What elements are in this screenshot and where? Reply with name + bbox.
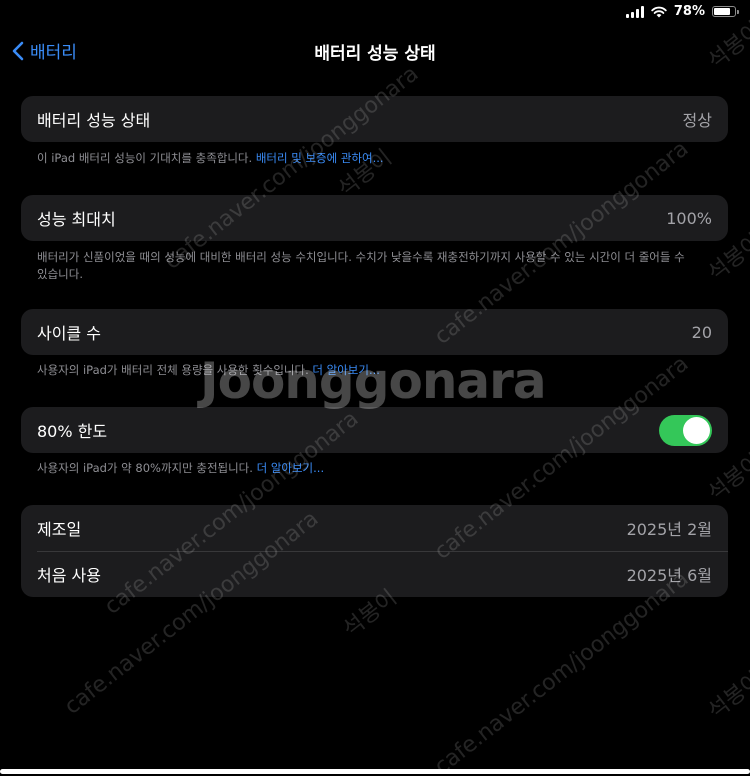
battery-warranty-link[interactable]: 배터리 및 보증에 관하여... [256, 151, 384, 165]
battery-health-footer-text: 이 iPad 배터리 성능이 기대치를 충족합니다. [37, 151, 256, 165]
watermark-url: cafe.naver.com/joonggonara [160, 61, 424, 275]
manufacture-date-row: 제조일 2025년 2월 [21, 505, 728, 551]
limit-80-group: 80% 한도 [21, 407, 728, 453]
battery-health-row: 배터리 성능 상태 정상 [21, 96, 728, 142]
cycle-count-value: 20 [691, 322, 712, 342]
cycle-count-footer-text: 사용자의 iPad가 배터리 전체 용량을 사용한 횟수입니다. [37, 363, 313, 377]
first-use-row: 처음 사용 2025년 6월 [21, 551, 728, 597]
page-title: 배터리 성능 상태 [314, 44, 436, 64]
battery-health-label: 배터리 성능 상태 [37, 111, 151, 130]
cycle-count-learn-more-link[interactable]: 더 알아보기... [312, 363, 380, 377]
cycle-count-row: 사이클 수 20 [21, 309, 728, 355]
status-bar: 78% [0, 0, 750, 26]
watermark-url: cafe.naver.com/joonggonara [430, 566, 694, 776]
limit-80-footer: 사용자의 iPad가 약 80%까지만 충전됩니다. 더 알아보기... [37, 460, 697, 477]
watermark-seller: 석봉이 [703, 667, 750, 725]
cycle-count-footer: 사용자의 iPad가 배터리 전체 용량을 사용한 횟수입니다. 더 알아보기.… [37, 362, 697, 379]
manufacture-date-label: 제조일 [37, 520, 82, 539]
battery-health-group: 배터리 성능 상태 정상 [21, 96, 728, 142]
screen: 78% 배터리 배터리 성능 상태 배터리 성능 상태 정상 이 iPad 배터… [0, 0, 750, 776]
battery-icon [712, 6, 739, 17]
home-indicator[interactable] [0, 769, 750, 774]
max-capacity-footer-text: 배터리가 신품이었을 때의 성능에 대비한 배터리 성능 수치입니다. 수치가 … [37, 250, 685, 281]
cycle-count-group: 사이클 수 20 [21, 309, 728, 355]
battery-health-footer: 이 iPad 배터리 성능이 기대치를 충족합니다. 배터리 및 보증에 관하여… [37, 150, 697, 167]
status-indicators: 78% [625, 4, 739, 19]
first-use-value: 2025년 6월 [626, 566, 712, 585]
battery-fill [714, 8, 730, 15]
limit-80-row: 80% 한도 [21, 407, 728, 453]
battery-percent: 78% [673, 4, 705, 19]
limit-80-label: 80% 한도 [37, 422, 108, 441]
cellular-signal-icon [625, 5, 644, 18]
watermark-seller: 석봉이 [703, 449, 750, 507]
watermark-logo: Joonggonara [200, 352, 547, 410]
limit-80-footer-text: 사용자의 iPad가 약 80%까지만 충전됩니다. [37, 461, 257, 475]
limit-80-learn-more-link[interactable]: 더 알아보기... [257, 461, 325, 475]
first-use-label: 처음 사용 [37, 566, 101, 585]
max-capacity-footer: 배터리가 신품이었을 때의 성능에 대비한 배터리 성능 수치입니다. 수치가 … [37, 249, 697, 283]
toggle-knob [683, 416, 710, 444]
cycle-count-label: 사이클 수 [37, 324, 101, 343]
max-capacity-value: 100% [666, 208, 712, 228]
limit-80-toggle[interactable] [659, 414, 712, 446]
wifi-icon [651, 6, 667, 17]
max-capacity-group: 성능 최대치 100% [21, 195, 728, 241]
battery-health-value: 정상 [682, 111, 712, 130]
navigation-bar: 배터리 배터리 성능 상태 [0, 30, 750, 70]
max-capacity-label: 성능 최대치 [37, 210, 116, 229]
manufacture-date-value: 2025년 2월 [626, 520, 712, 539]
dates-group: 제조일 2025년 2월 처음 사용 2025년 6월 [21, 505, 728, 597]
max-capacity-row: 성능 최대치 100% [21, 195, 728, 241]
